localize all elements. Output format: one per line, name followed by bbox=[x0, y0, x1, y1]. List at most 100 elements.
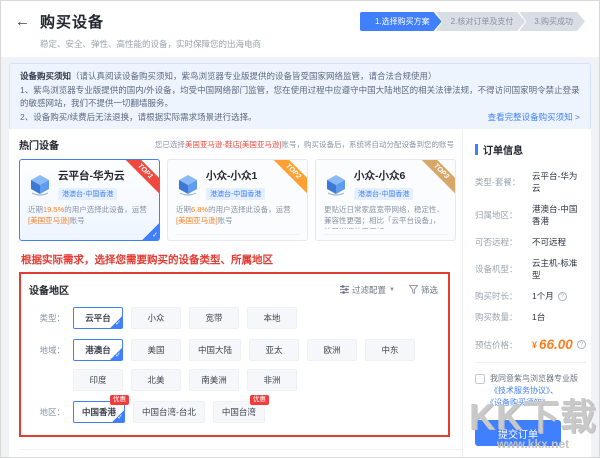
agreement-row: 我同意紫鸟浏览器专业版《技术服务协议》、《设备购买须知》 bbox=[475, 373, 586, 409]
submit-order-button[interactable]: 提交订单 bbox=[475, 420, 561, 446]
card-description: 近期19.5%的用户选择此设备，运营[美国亚马逊]账号 bbox=[28, 205, 151, 229]
filter-option-label: 港澳台 bbox=[85, 345, 111, 355]
card-title: 小众-小众1 bbox=[206, 170, 258, 182]
desc-text: 的用户选择此设备，运营 bbox=[64, 205, 147, 214]
device-card-niche-1[interactable]: TOP2 小众-小众1 港澳台-中国香港 近期6.8%的用户选择此设备，运营[美… bbox=[167, 159, 308, 241]
order-info-sidebar: 订单信息 类型-套餐： 云平台-华为云 归属地区： 港澳台-中国香港 可否远程： 不可… bbox=[462, 129, 598, 457]
filter-type-broadband[interactable]: 宽带 bbox=[189, 307, 239, 329]
filter-area-south-america[interactable]: 南美洲 bbox=[189, 369, 239, 391]
card-title: 小众-小众6 bbox=[354, 170, 406, 182]
filter-type-cloud-platform[interactable]: 云平台 ✓ bbox=[73, 307, 123, 329]
chevron-down-icon: ▼ bbox=[389, 286, 395, 293]
funnel-icon bbox=[408, 285, 418, 294]
selected-check-icon: ✓ bbox=[112, 410, 125, 422]
card-region-tag: 港澳台-中国香港 bbox=[206, 188, 266, 200]
desc-percent: 6.8% bbox=[191, 205, 209, 214]
desc-highlight: [美国亚马逊] bbox=[28, 215, 70, 225]
order-value: 1个月 bbox=[532, 291, 554, 301]
desc-text: 账号 bbox=[217, 215, 233, 225]
device-card-huawei-cloud[interactable]: TOP1 云平台-华为云 港澳台-中国香港 近期19.5%的用户选择此设备，运营… bbox=[19, 159, 160, 241]
agreement-prefix: 我同意紫鸟浏览器专业版 bbox=[490, 374, 578, 383]
filter-area-hk-mo-tw[interactable]: 港澳台 ✓ bbox=[73, 339, 123, 361]
device-cube-icon bbox=[28, 173, 52, 197]
sliders-icon bbox=[340, 285, 350, 294]
back-arrow-icon[interactable]: ← bbox=[15, 14, 30, 29]
desc-text: 近期 bbox=[176, 205, 191, 214]
account-prefix: 您已选择 bbox=[154, 140, 185, 149]
area-row-label: 地域： bbox=[39, 345, 65, 355]
desc-highlight: [美国亚马逊] bbox=[176, 215, 218, 225]
selected-check-icon: ✓ bbox=[110, 316, 122, 328]
title-accent-bar bbox=[475, 144, 478, 155]
filter-config-control[interactable]: 过滤配置 ▼ bbox=[340, 284, 395, 296]
card-title: 云平台-华为云 bbox=[58, 170, 125, 182]
main-content: 热门设备 您已选择美国亚马逊-鞋店[美国亚马逊]账号，购买设备后，系统将自动分配… bbox=[9, 129, 462, 457]
selected-account-text: 您已选择美国亚马逊-鞋店[美国亚马逊]账号，购买设备后，系统将自动分配设备到您的… bbox=[155, 139, 454, 150]
filter-label: 筛选 bbox=[420, 284, 438, 295]
order-label: 归属地区： bbox=[475, 210, 518, 220]
filter-area-china-mainland[interactable]: 中国大陆 bbox=[189, 339, 242, 361]
desc-text: 的用户选择此设备，运营 bbox=[208, 205, 291, 214]
filter-option-label: 云平台 bbox=[85, 313, 111, 323]
card-description: 更贴近日常家庭宽带网络，稳定性、兼容性更强；相比「云平台设备」，注册浏览效果更好 bbox=[324, 205, 444, 229]
estimated-price: 66.00 bbox=[539, 337, 573, 352]
filter-option-label: 中国台湾 bbox=[221, 407, 256, 417]
filter-area-india[interactable]: 印度 bbox=[73, 369, 123, 391]
help-icon[interactable] bbox=[576, 340, 586, 349]
district-row-label: 地区： bbox=[39, 407, 65, 417]
filter-district-hongkong[interactable]: 中国香港 优惠 ✓ bbox=[73, 395, 130, 423]
account-name: 美国亚马逊-鞋店[美国亚马逊] bbox=[184, 140, 282, 149]
filter-type-local[interactable]: 本地 bbox=[247, 307, 297, 329]
step-indicator: 1.选择购买方案 2.核对订单及支付 3.购买成功 bbox=[360, 12, 585, 31]
tech-service-agreement-link[interactable]: 《技术服务协议》 bbox=[490, 386, 550, 395]
filter-area-north-america[interactable]: 北美 bbox=[131, 369, 181, 391]
filter-district-taiwan[interactable]: 中国台湾 优惠 bbox=[212, 395, 269, 423]
card-description: 近期6.8%的用户选择此设备，运营[美国亚马逊]账号 bbox=[176, 205, 299, 229]
hot-devices-title: 热门设备 bbox=[19, 141, 59, 152]
notice-line-2: 2、设备购买/续费后无法退换，请根据实际需求场景进行选择。 bbox=[20, 111, 257, 122]
card-region-tag: 港澳台-中国香港 bbox=[354, 188, 414, 200]
order-info-title: 订单信息 bbox=[483, 146, 523, 157]
agreement-checkbox[interactable] bbox=[475, 374, 485, 384]
filter-district-taipei[interactable]: 中国台湾-台北 bbox=[133, 401, 205, 423]
card-price: 128.00 bbox=[330, 239, 376, 240]
device-info-section: 设备信息 可否远程： 不可远程 ✓ 可远程 机型： bbox=[19, 449, 462, 457]
currency-symbol: ¥ bbox=[532, 339, 538, 350]
step-confirm-pay: 2.核对订单及支付 bbox=[436, 12, 526, 31]
device-region-section: 设备地区 过滤配置 ▼ 筛选 类型： 云平台 ✓ 小众 宽带 本地 地域： 港澳… bbox=[19, 272, 450, 437]
order-value: 不可远程 bbox=[532, 237, 567, 247]
account-suffix: 账号，购买设备后，系统将自动分配设备到您的账号 bbox=[281, 140, 455, 149]
filter-area-middle-east[interactable]: 中东 bbox=[365, 339, 416, 361]
agreement-separator: 、 bbox=[550, 386, 558, 395]
main-panel: 热门设备 您已选择美国亚马逊-鞋店[美国亚马逊]账号，购买设备后，系统将自动分配… bbox=[9, 129, 591, 457]
filter-area-africa[interactable]: 非洲 bbox=[247, 369, 297, 391]
notice-title-line: 设备购买须知（请认真阅读设备购买须知，紫鸟浏览器专业版提供的设备皆受国家网络监管… bbox=[20, 70, 580, 84]
page-title: 购买设备 bbox=[40, 14, 105, 31]
order-value: 1台 bbox=[532, 312, 546, 322]
agreement-text: 我同意紫鸟浏览器专业版《技术服务协议》、《设备购买须知》 bbox=[490, 373, 586, 409]
type-row-label: 类型： bbox=[39, 313, 65, 323]
selected-check-icon: ✓ bbox=[110, 348, 122, 360]
help-icon[interactable] bbox=[557, 291, 567, 301]
purchase-notice: 设备购买须知（请认真阅读设备购买须知，紫鸟浏览器专业版提供的设备皆受国家网络监管… bbox=[9, 63, 591, 131]
desc-text: 账号 bbox=[69, 215, 85, 225]
purchase-device-page: ← 购买设备 1.选择购买方案 2.核对订单及支付 3.购买成功 稳定、安全、弹… bbox=[0, 0, 600, 458]
filter-area-usa[interactable]: 美国 bbox=[131, 339, 181, 361]
page-header: ← 购买设备 1.选择购买方案 2.核对订单及支付 3.购买成功 稳定、安全、弹… bbox=[1, 1, 599, 57]
purchase-notice-link[interactable]: 《设备购买须知》 bbox=[490, 398, 550, 407]
order-label: 购买时长： bbox=[475, 291, 518, 301]
view-full-notice-link[interactable]: 查看完整设备购买须知 > bbox=[488, 111, 580, 125]
card-price: 66.00 bbox=[34, 239, 72, 240]
filter-type-niche[interactable]: 小众 bbox=[131, 307, 181, 329]
card-region-tag: 港澳台-中国香港 bbox=[58, 188, 118, 200]
notice-title-suffix: （请认真阅读设备购买须知，紫鸟浏览器专业版提供的设备皆受国家网络监管，请合法合规… bbox=[71, 71, 437, 81]
device-cube-icon bbox=[176, 173, 200, 197]
device-cards: TOP1 云平台-华为云 港澳台-中国香港 近期19.5%的用户选择此设备，运营… bbox=[19, 159, 462, 241]
filter-area-apac[interactable]: 亚太 bbox=[249, 339, 300, 361]
divider bbox=[475, 362, 586, 363]
desc-percent: 19.5% bbox=[43, 205, 65, 214]
device-card-niche-6[interactable]: TOP3 小众-小众6 港澳台-中国香港 更贴近日常家庭宽带网络，稳定性、兼容性… bbox=[315, 159, 456, 241]
filter-area-europe[interactable]: 欧洲 bbox=[307, 339, 358, 361]
filter-control[interactable]: 筛选 bbox=[408, 284, 438, 296]
desc-text: 近期 bbox=[28, 205, 43, 214]
